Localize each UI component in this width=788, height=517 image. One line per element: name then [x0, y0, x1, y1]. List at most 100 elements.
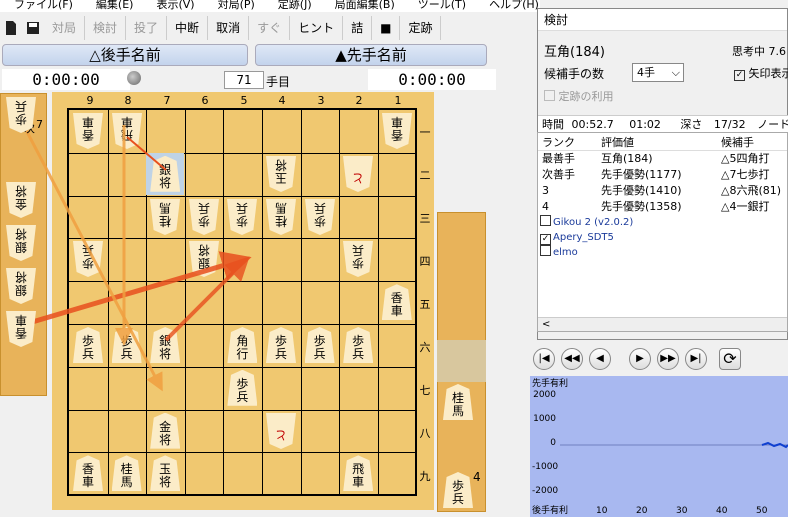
candidates-select[interactable]: 4手 ⌵ [632, 63, 684, 82]
candidate-cell: 先手優勢(1177) [601, 168, 682, 181]
checkbox-icon [544, 90, 555, 101]
col-rank: ランク [542, 136, 575, 149]
sente-piece[interactable]: 香車 [381, 284, 412, 321]
undo-button[interactable]: 取消 [208, 16, 250, 40]
sente-hand-piece[interactable]: 桂馬 [443, 384, 473, 420]
interrupt-button[interactable]: 中断 [167, 16, 209, 40]
depth-label: 深さ [680, 118, 703, 131]
engine-checkbox-icon[interactable] [540, 215, 551, 226]
eval-graph: 先手有利 後手有利 2000 1000 0 -1000 -2000 10 20 30 40 50 [530, 376, 788, 517]
first-move-icon[interactable]: |◀ [533, 348, 555, 370]
engine-item[interactable]: Gikou 2 (v2.0.2) [538, 215, 787, 230]
gote-hand-piece[interactable]: 金将 [6, 182, 36, 218]
resign-button[interactable]: 投了 [126, 16, 168, 40]
joseki-button[interactable]: 定跡 [400, 16, 442, 40]
next-move-icon[interactable]: ▶ [629, 348, 651, 370]
menu-tools[interactable]: ツール(T) [418, 0, 466, 10]
menu-file[interactable]: ファイル(F) [14, 0, 73, 10]
gote-piece[interactable]: 香車 [73, 113, 103, 149]
mate-button[interactable]: 詰 [343, 16, 373, 40]
engine-item[interactable]: elmo [538, 245, 787, 260]
arrow-toggle-label: 矢印表示 [748, 67, 788, 80]
gote-piece[interactable]: 歩兵 [73, 241, 103, 277]
depth-value: 17/32 [713, 118, 746, 131]
sente-piece[interactable]: 歩兵 [73, 327, 103, 363]
engine-name: Gikou 2 (v2.0.2) [553, 217, 634, 228]
gote-piece[interactable]: 歩兵 [343, 241, 373, 277]
menu-view[interactable]: 表示(V) [156, 0, 194, 10]
menu-joseki[interactable]: 定跡(J) [278, 0, 312, 10]
sente-piece[interactable]: 銀将 [150, 155, 181, 192]
gote-piece[interactable]: 桂馬 [150, 199, 180, 235]
engine-checkbox-icon[interactable] [540, 245, 551, 256]
sente-piece[interactable]: 香車 [73, 455, 103, 492]
gote-hand-piece[interactable]: 歩兵 [6, 97, 36, 133]
last-move-icon[interactable]: ▶| [685, 348, 707, 370]
gote-hand-piece[interactable]: 銀将 [6, 225, 36, 261]
sente-piece[interactable]: 歩兵 [111, 327, 142, 363]
sente-piece[interactable]: 角行 [227, 327, 258, 363]
sente-piece[interactable]: 歩兵 [266, 327, 296, 363]
sente-piece[interactable]: 玉将 [150, 455, 181, 492]
candidate-row[interactable]: 最善手 互角(184) △5四角打 [538, 151, 787, 167]
fast-forward-icon[interactable]: ▶▶ [657, 348, 679, 370]
menu-board-edit[interactable]: 局面編集(B) [335, 0, 395, 10]
candidate-cell: △7七歩打 [721, 168, 770, 181]
gote-hand-piece[interactable]: 銀将 [6, 268, 36, 304]
joseki-toggle[interactable]: 定跡の利用 [544, 88, 614, 104]
gote-piece[interactable]: と [343, 156, 373, 192]
arrow-toggle[interactable]: ✓ 矢印表示 [734, 65, 788, 81]
gote-piece[interactable]: 歩兵 [227, 199, 257, 235]
engine-name: elmo [553, 247, 578, 258]
rewind-icon[interactable]: ◀◀ [561, 348, 583, 370]
move-number[interactable]: 71 [224, 71, 264, 89]
candidate-cell: △5四角打 [721, 152, 770, 165]
sente-stand-count: 4 [473, 470, 481, 484]
gote-piece[interactable]: 歩兵 [189, 199, 219, 235]
sente-piece[interactable]: 金将 [150, 412, 181, 449]
menu-help[interactable]: ヘルプ(H) [489, 0, 539, 10]
time-label: 時間 [542, 118, 564, 131]
sente-time: 0:00:00 [368, 69, 496, 90]
gote-piece[interactable]: 玉将 [266, 156, 296, 192]
gote-piece[interactable]: 桂馬 [266, 199, 296, 235]
move-now-button[interactable]: すぐ [249, 16, 291, 40]
gote-piece[interactable]: 香車 [382, 113, 412, 149]
joseki-label: 定跡の利用 [558, 90, 614, 103]
horizontal-scrollbar[interactable]: < [538, 317, 787, 331]
menu-play[interactable]: 対局(P) [218, 0, 255, 10]
grid-line [69, 281, 415, 283]
col-eval: 評価値 [601, 136, 634, 149]
gote-piece[interactable]: と [266, 413, 296, 449]
candidate-row[interactable]: 3 先手優勢(1410) △8六飛(81) [538, 183, 787, 199]
sente-piece[interactable]: 飛車 [343, 455, 374, 492]
sente-piece[interactable]: 歩兵 [343, 327, 374, 363]
sente-piece[interactable]: 歩兵 [304, 327, 335, 363]
sente-piece[interactable]: 歩兵 [227, 369, 258, 406]
stand-highlight [437, 340, 486, 382]
hint-button[interactable]: ヒント [290, 16, 344, 40]
gote-piece[interactable]: 飛車 [112, 113, 142, 149]
grid-line [223, 110, 225, 494]
engine-checkbox-icon[interactable]: ✓ [540, 234, 551, 245]
candidate-cell: 互角(184) [601, 152, 653, 165]
menu-edit[interactable]: 編集(E) [96, 0, 134, 10]
candidate-cell: 3 [542, 184, 549, 197]
candidate-row[interactable]: 次善手 先手優勢(1177) △7七歩打 [538, 167, 787, 183]
gote-piece[interactable]: 歩兵 [305, 199, 335, 235]
play-button[interactable]: 対局 [44, 16, 86, 40]
save-icon[interactable] [25, 20, 41, 36]
engine-item[interactable]: ✓ Apery_SDT5 [538, 230, 787, 245]
file-label: 7 [163, 94, 171, 107]
gote-hand-piece[interactable]: 香車 [6, 311, 36, 347]
candidate-row[interactable]: 4 先手優勢(1358) △4一銀打 [538, 199, 787, 215]
stop-icon[interactable]: ■ [372, 16, 401, 40]
gote-piece[interactable]: 銀将 [189, 241, 219, 277]
flip-board-icon[interactable]: ⟳ [719, 348, 741, 370]
sente-piece[interactable]: 銀将 [150, 327, 181, 363]
new-file-icon[interactable] [3, 20, 19, 36]
sente-piece[interactable]: 桂馬 [111, 455, 142, 492]
sente-hand-piece[interactable]: 歩兵 [443, 472, 473, 508]
prev-move-icon[interactable]: ◀ [589, 348, 611, 370]
study-button[interactable]: 検討 [85, 16, 127, 40]
